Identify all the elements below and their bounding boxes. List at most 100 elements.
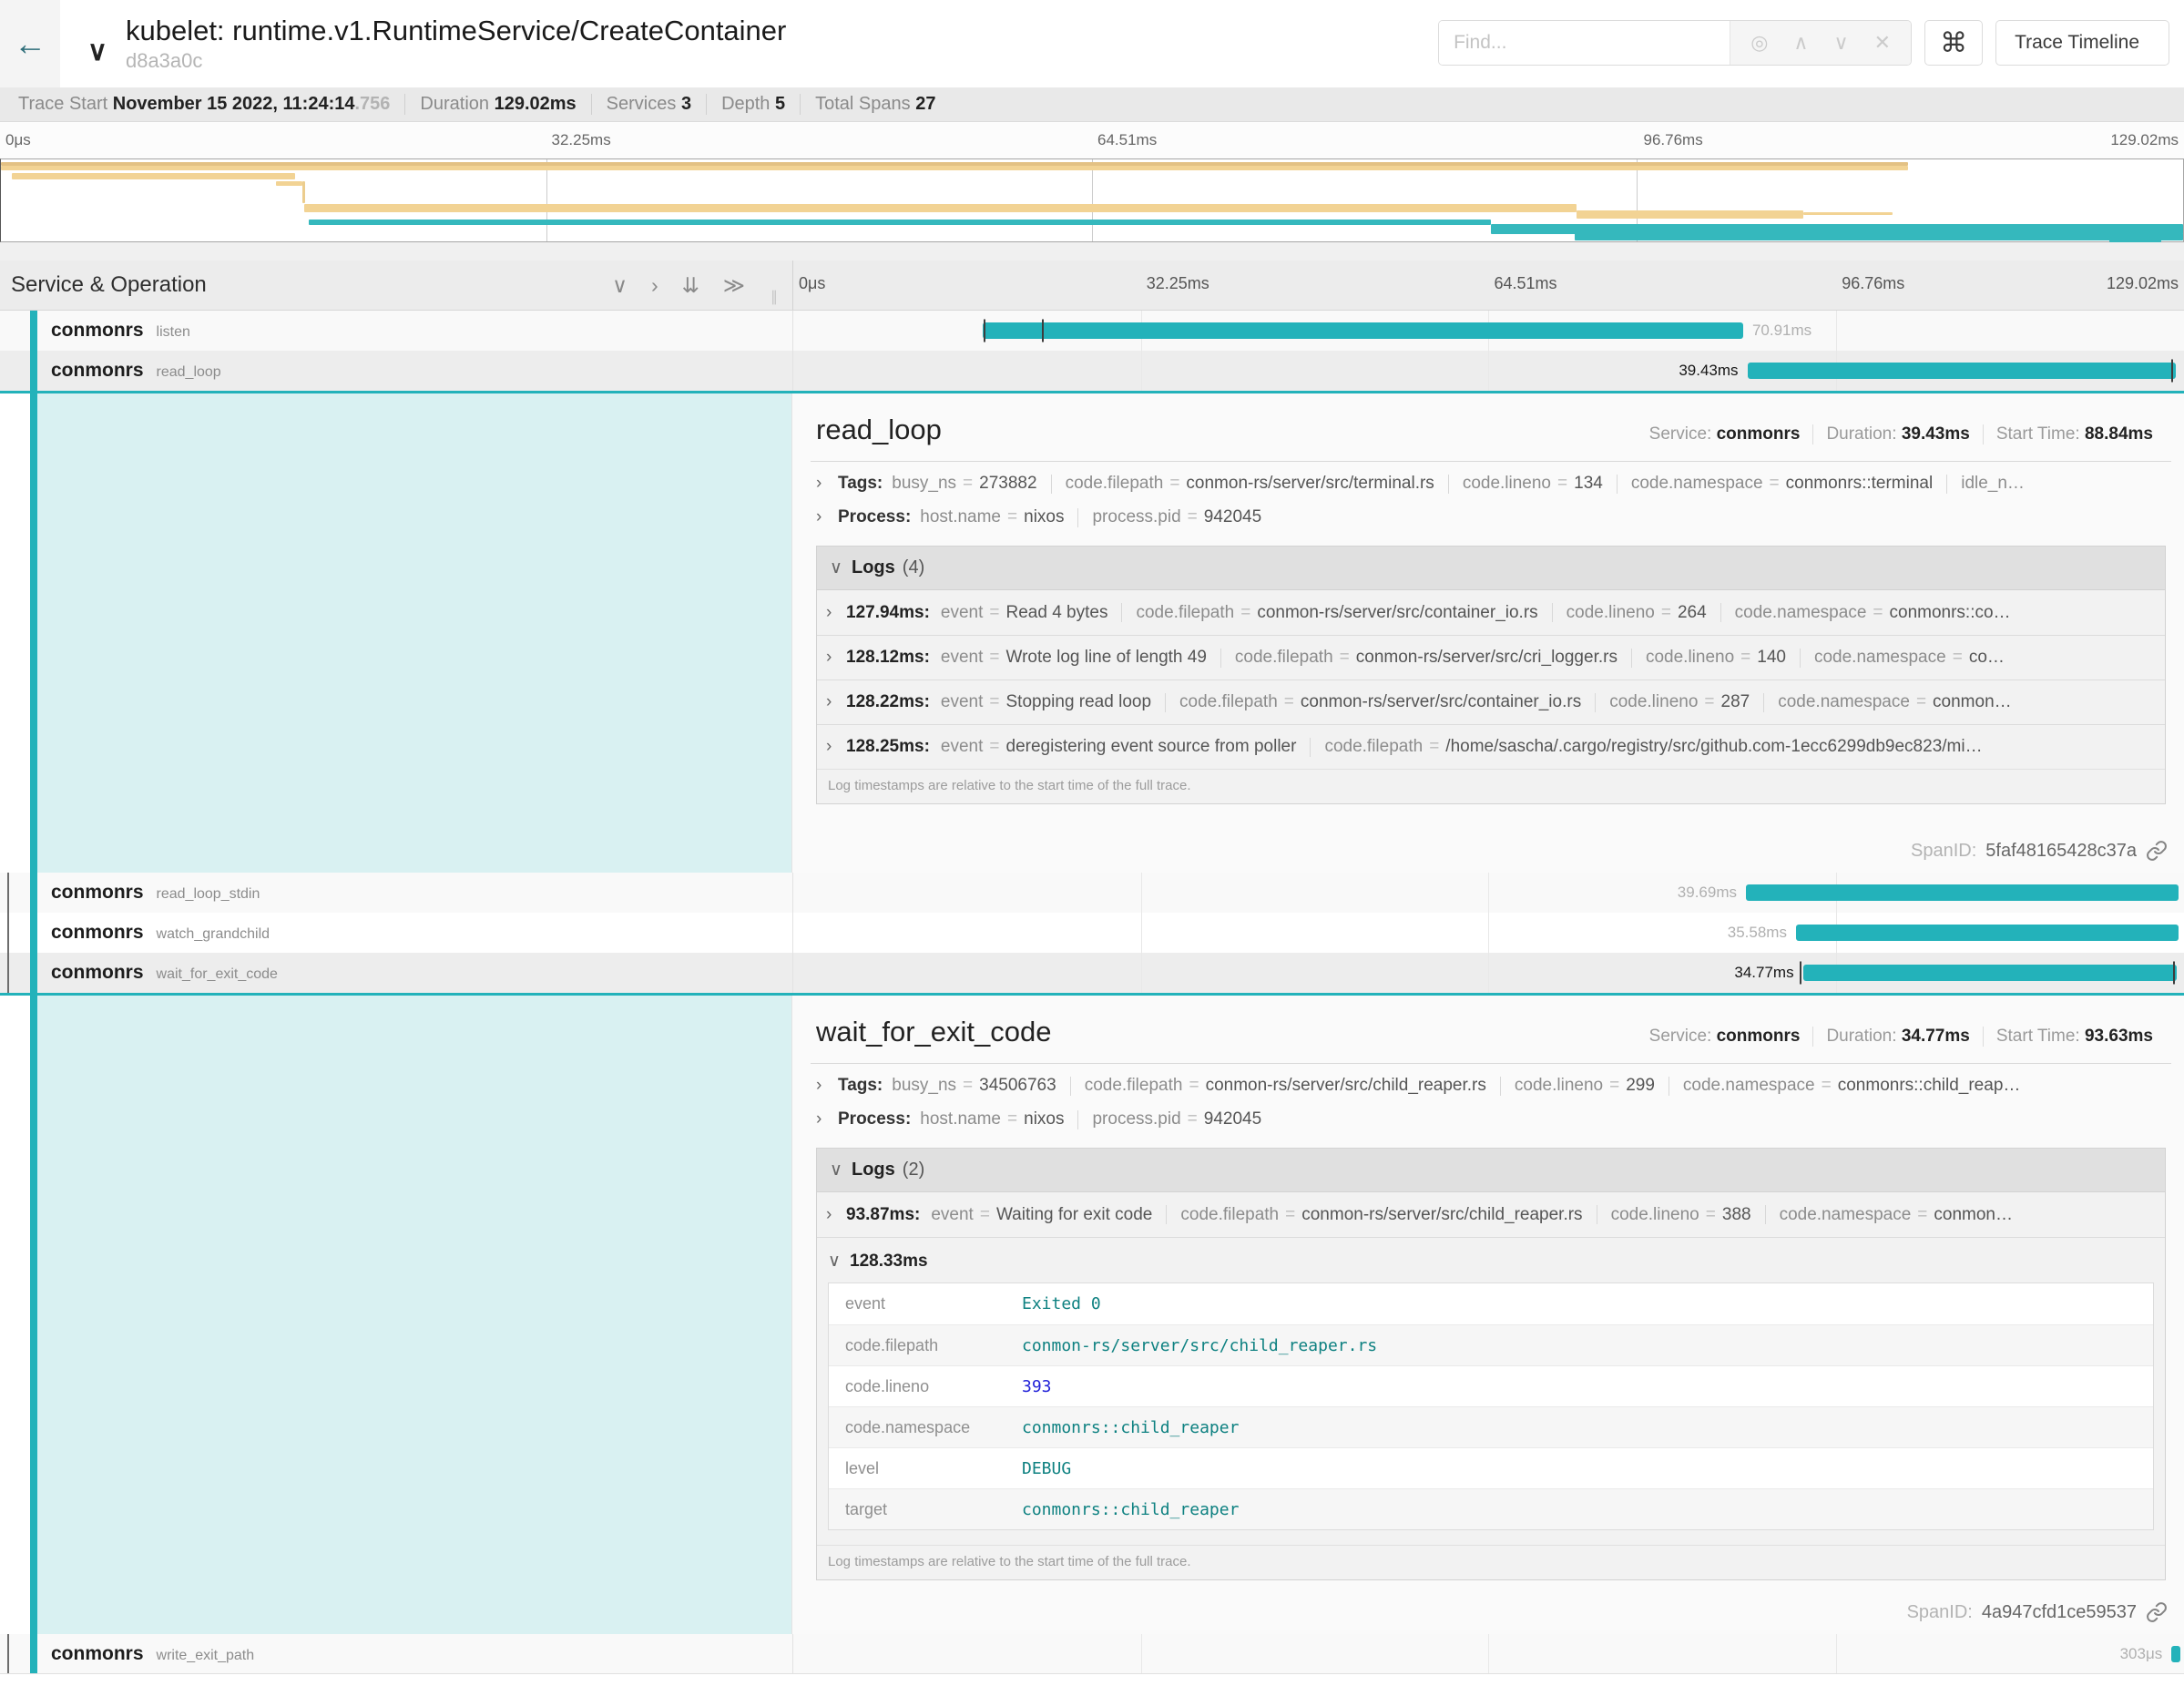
logs-header[interactable]: ∨ Logs (4) [817, 547, 2165, 590]
target-icon[interactable]: ◎ [1750, 31, 1768, 55]
trace-start-stat: Trace Start November 15 2022, 11:24:14.7… [4, 94, 405, 115]
chevron-right-icon[interactable]: › [816, 474, 829, 494]
process-row[interactable]: › Process: host.name=nixosprocess.pid=94… [811, 1098, 2171, 1131]
span-row-watch-grandchild[interactable]: conmonrs watch_grandchild 35.58ms [0, 913, 2184, 953]
log-row[interactable]: › 128.22ms: event=Stopping read loopcode… [817, 680, 2165, 724]
kv-equals: = [1285, 1205, 1295, 1225]
log-field-key: target [829, 1500, 1022, 1519]
column-resize-handle[interactable]: ∥ [771, 288, 780, 306]
minimap-span-bar [304, 204, 1577, 212]
kv-key: code.lineno [1611, 1205, 1699, 1225]
log-field-value: conmonrs::child_reaper [1022, 1500, 1239, 1519]
tags-row[interactable]: › Tags: busy_ns=34506763code.filepath=co… [811, 1064, 2171, 1098]
span-name-cell[interactable]: conmonrs listen [0, 311, 792, 351]
span-timeline-cell[interactable]: 70.91ms [792, 311, 2184, 351]
chevron-down-icon[interactable]: ∨ [1834, 31, 1849, 55]
kv-value: Waiting for exit code [996, 1205, 1152, 1225]
log-field-row: code.namespaceconmonrs::child_reaper [829, 1406, 2153, 1447]
depth-stat: Depth 5 [707, 94, 801, 115]
chevron-right-icon[interactable]: › [816, 1076, 829, 1096]
kv-key: code.lineno [1463, 474, 1551, 494]
detail-meta: Service: conmonrs Duration: 39.43ms Star… [1637, 424, 2166, 444]
kv-value: 264 [1678, 603, 1707, 623]
collapse-all-icon[interactable]: ⇊ [682, 273, 699, 298]
chevron-right-icon[interactable]: › [816, 507, 829, 527]
tags-label[interactable]: Tags: [838, 1076, 883, 1096]
tags-label[interactable]: Tags: [838, 474, 883, 494]
process-row[interactable]: › Process: host.name=nixosprocess.pid=94… [811, 496, 2171, 529]
logs-label: Logs [852, 1160, 895, 1180]
collapse-one-icon[interactable]: ∨ [612, 273, 628, 298]
tags-row[interactable]: › Tags: busy_ns=273882code.filepath=conm… [811, 462, 2171, 496]
span-row-listen[interactable]: conmonrs listen 70.91ms [0, 311, 2184, 351]
chevron-right-icon[interactable]: › [826, 603, 839, 623]
log-row[interactable]: › 127.94ms: event=Read 4 bytescode.filep… [817, 590, 2165, 635]
span-name-cell[interactable]: conmonrs write_exit_path [0, 1634, 792, 1673]
link-icon[interactable] [2146, 1601, 2168, 1623]
kv-value: 388 [1722, 1205, 1751, 1225]
span-row-read-loop[interactable]: conmonrs read_loop 39.43ms [0, 351, 2184, 391]
span-duration-bar[interactable]: 39.69ms [1746, 884, 2179, 901]
log-row[interactable]: › 128.25ms: event=deregistering event so… [817, 724, 2165, 769]
span-name-cell[interactable]: conmonrs wait_for_exit_code [0, 953, 792, 993]
expanded-log-header[interactable]: ∨ 128.33ms [828, 1243, 2154, 1282]
kv-equals: = [1429, 737, 1439, 757]
kv-key: idle_n… [1961, 474, 2025, 494]
kv-divider [1077, 508, 1078, 527]
expand-all-icon[interactable]: ≫ [723, 273, 745, 298]
span-duration-bar[interactable]: 70.91ms [983, 322, 1743, 339]
chevron-right-icon[interactable]: › [826, 737, 839, 757]
kv-key: code.filepath [1066, 474, 1164, 494]
trace-start-label: Trace Start [18, 94, 107, 114]
span-duration-bar[interactable]: 34.77ms [1803, 965, 2178, 981]
depth-value: 5 [775, 94, 785, 114]
kv-value: Read 4 bytes [1006, 603, 1108, 623]
expand-one-icon[interactable]: › [651, 273, 658, 298]
span-duration-bar[interactable]: 35.58ms [1796, 925, 2179, 941]
back-button[interactable]: ← [0, 0, 60, 87]
span-name-cell[interactable]: conmonrs read_loop_stdin [0, 873, 792, 913]
chevron-right-icon[interactable]: › [826, 692, 839, 712]
collapse-controls: ∨ › ⇊ ≫ [612, 261, 745, 310]
span-duration-bar[interactable]: 303μs [2171, 1646, 2180, 1662]
kv-key: host.name [920, 507, 1001, 527]
kv-key: code.namespace [1814, 648, 1946, 668]
timeline-tick-label: 96.76ms [1836, 274, 1904, 293]
chevron-right-icon[interactable]: › [826, 1205, 839, 1225]
view-selector-button[interactable]: Trace Timeline [1995, 20, 2169, 66]
span-row-read-loop-stdin[interactable]: conmonrs read_loop_stdin 39.69ms [0, 873, 2184, 913]
log-row[interactable]: › 93.87ms: event=Waiting for exit codeco… [817, 1192, 2165, 1237]
process-label[interactable]: Process: [838, 1109, 911, 1129]
close-icon[interactable]: ✕ [1874, 31, 1891, 55]
keyboard-shortcuts-button[interactable]: ⌘ [1924, 20, 1983, 66]
trace-collapse-caret-icon[interactable]: ∨ [87, 38, 107, 66]
kv-value: conmon-rs/server/src/cri_logger.rs [1356, 648, 1618, 668]
span-name-cell[interactable]: conmonrs watch_grandchild [0, 913, 792, 953]
span-row-wait-for-exit-code[interactable]: conmonrs wait_for_exit_code 34.77ms [0, 953, 2184, 993]
span-name-cell[interactable]: conmonrs read_loop [0, 351, 792, 391]
logs-header[interactable]: ∨ Logs (2) [817, 1149, 2165, 1192]
span-timeline-cell[interactable]: 39.43ms [792, 351, 2184, 391]
log-row[interactable]: › 128.12ms: event=Wrote log line of leng… [817, 635, 2165, 680]
span-timeline-cell[interactable]: 34.77ms [792, 953, 2184, 993]
chevron-right-icon[interactable]: › [816, 1109, 829, 1129]
span-timeline-cell[interactable]: 39.69ms [792, 873, 2184, 913]
kv-value: conmon-rs/server/src/child_reaper.rs [1206, 1076, 1486, 1096]
span-timeline-cell[interactable]: 303μs [792, 1634, 2184, 1673]
link-icon[interactable] [2146, 840, 2168, 862]
kv-value: conmon-rs/server/src/container_io.rs [1301, 692, 1581, 712]
kv-key: process.pid [1092, 1109, 1180, 1129]
kv-value: /home/sascha/.cargo/registry/src/github.… [1445, 737, 1982, 757]
span-duration-bar[interactable]: 39.43ms [1748, 363, 2176, 379]
chevron-up-icon[interactable]: ∧ [1793, 31, 1808, 55]
trace-minimap[interactable] [0, 158, 2184, 242]
span-row-write-exit-path[interactable]: conmonrs write_exit_path 303μs [0, 1634, 2184, 1674]
chevron-right-icon[interactable]: › [826, 648, 839, 668]
service-name: conmonrs [51, 962, 144, 984]
span-timeline-cell[interactable]: 35.58ms [792, 913, 2184, 953]
service-name: conmonrs [51, 320, 144, 342]
spanid-label: SpanID: [1907, 1602, 1973, 1623]
expanded-log-entry: ∨ 128.33ms eventExited 0code.filepathcon… [817, 1237, 2165, 1545]
search-input[interactable] [1439, 21, 1730, 65]
process-label[interactable]: Process: [838, 507, 911, 527]
